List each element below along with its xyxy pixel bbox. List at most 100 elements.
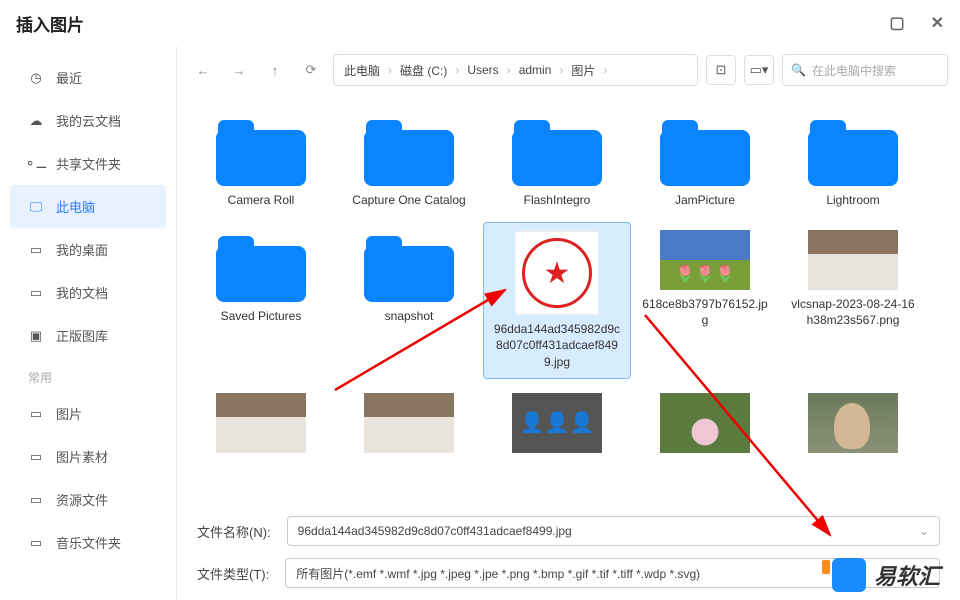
refresh-button[interactable]: ⟳ xyxy=(297,56,325,84)
sidebar-item-label: 共享文件夹 xyxy=(56,154,121,173)
sidebar-item-label: 我的文档 xyxy=(56,283,108,302)
folder-item[interactable]: JamPicture xyxy=(631,106,779,216)
folder-item[interactable]: Saved Pictures xyxy=(187,222,335,379)
search-input[interactable]: 在此电脑中搜索 xyxy=(782,54,948,86)
image-thumbnail xyxy=(216,393,306,453)
watermark-text: 易软汇 xyxy=(874,559,940,591)
folder-item[interactable]: Camera Roll xyxy=(187,106,335,216)
up-button[interactable]: ↑ xyxy=(261,56,289,84)
file-item[interactable] xyxy=(483,385,631,461)
sidebar-item-music[interactable]: ▭ 音乐文件夹 xyxy=(0,521,176,564)
folder-item[interactable]: FlashIntegro xyxy=(483,106,631,216)
sidebar-item-pictures[interactable]: ▭ 图片 xyxy=(0,392,176,435)
sidebar-item-label: 最近 xyxy=(56,68,82,87)
file-item[interactable] xyxy=(187,385,335,461)
sidebar-item-label: 图片 xyxy=(56,404,82,423)
breadcrumb-part[interactable]: 磁盘 (C:) xyxy=(400,62,447,79)
file-label: Capture One Catalog xyxy=(352,192,465,208)
filetype-label: 文件类型(T): xyxy=(197,564,269,583)
file-item-selected[interactable]: ★96dda144ad345982d9c8d07c0ff431adcaef849… xyxy=(483,222,631,379)
sidebar-item-picture-assets[interactable]: ▭ 图片素材 xyxy=(0,435,176,478)
view-mode-button[interactable]: ▭▾ xyxy=(744,55,774,85)
sidebar-item-documents[interactable]: ▭ 我的文档 xyxy=(0,271,176,314)
watermark: 易软汇 xyxy=(832,558,940,592)
chevron-down-icon: ⌄ xyxy=(919,524,929,538)
sidebar-item-shared[interactable]: ⚬⚊ 共享文件夹 xyxy=(0,142,176,185)
share-icon: ⚬⚊ xyxy=(28,156,44,172)
file-label: 618ce8b3797b76152.jpg xyxy=(640,296,770,328)
sidebar-item-gallery[interactable]: ▣正版图库 xyxy=(0,314,176,357)
watermark-logo-icon xyxy=(832,558,866,592)
image-thumbnail xyxy=(808,230,898,290)
cloud-icon: ☁ xyxy=(28,113,44,129)
sidebar-item-label: 正版图库 xyxy=(56,326,108,345)
image-thumbnail xyxy=(808,393,898,453)
breadcrumb[interactable]: 此电脑› 磁盘 (C:)› Users› admin› 图片› xyxy=(333,54,698,86)
file-grid: Camera Roll Capture One Catalog FlashInt… xyxy=(177,90,960,508)
sidebar-item-resources[interactable]: ▭ 资源文件 xyxy=(0,478,176,521)
folder-icon: ▭ xyxy=(28,535,44,551)
folder-icon: ▭ xyxy=(28,449,44,465)
chevron-right-icon: › xyxy=(384,63,396,77)
image-thumbnail xyxy=(364,393,454,453)
file-label: JamPicture xyxy=(675,192,735,208)
image-thumbnail xyxy=(512,393,602,453)
chevron-right-icon: › xyxy=(451,63,463,77)
back-button[interactable]: ← xyxy=(189,56,217,84)
file-item[interactable] xyxy=(779,385,927,461)
breadcrumb-part[interactable]: 此电脑 xyxy=(344,62,380,79)
sidebar-item-label: 音乐文件夹 xyxy=(56,533,121,552)
close-button[interactable]: ✕ xyxy=(931,13,944,33)
sidebar: ◷ 最近 ☁ 我的云文档 ⚬⚊ 共享文件夹 🖵此电脑 ▭ 我的桌面 ▭ 我的文档 ▣正版图… xyxy=(0,46,176,600)
folder-icon: ▭ xyxy=(28,285,44,301)
sidebar-item-recent[interactable]: ◷ 最近 xyxy=(0,56,176,99)
breadcrumb-part[interactable]: 图片 xyxy=(571,62,595,79)
sidebar-section-label: 常用 xyxy=(0,357,176,392)
chevron-right-icon: › xyxy=(555,63,567,77)
folder-item[interactable]: Capture One Catalog xyxy=(335,106,483,216)
folder-icon: ▭ xyxy=(28,242,44,258)
folder-icon xyxy=(808,114,898,186)
filename-input[interactable]: 96dda144ad345982d9c8d07c0ff431adcaef8499… xyxy=(287,516,940,546)
file-item[interactable] xyxy=(335,385,483,461)
sidebar-item-desktop[interactable]: ▭ 我的桌面 xyxy=(0,228,176,271)
sidebar-item-cloud[interactable]: ☁ 我的云文档 xyxy=(0,99,176,142)
folder-icon xyxy=(216,230,306,302)
file-item[interactable]: 618ce8b3797b76152.jpg xyxy=(631,222,779,379)
chevron-right-icon: › xyxy=(599,63,611,77)
folder-icon: ▭ xyxy=(28,406,44,422)
sidebar-item-label: 图片素材 xyxy=(56,447,108,466)
folder-icon xyxy=(364,230,454,302)
file-label: snapshot xyxy=(385,308,434,324)
file-label: FlashIntegro xyxy=(524,192,591,208)
chevron-right-icon: › xyxy=(503,63,515,77)
maximize-button[interactable]: ▢ xyxy=(889,13,904,33)
forward-button[interactable]: → xyxy=(225,56,253,84)
new-folder-button[interactable]: ⊡ xyxy=(706,55,736,85)
file-item[interactable]: vlcsnap-2023-08-24-16h38m23s567.png xyxy=(779,222,927,379)
breadcrumb-part[interactable]: Users xyxy=(467,63,498,77)
sidebar-item-label: 此电脑 xyxy=(56,197,95,216)
dialog-title: 插入图片 xyxy=(16,11,84,36)
sidebar-item-label: 我的云文档 xyxy=(56,111,121,130)
file-item[interactable] xyxy=(631,385,779,461)
search-icon xyxy=(791,63,806,77)
folder-icon xyxy=(512,114,602,186)
sidebar-item-label: 我的桌面 xyxy=(56,240,108,259)
folder-item[interactable]: Lightroom xyxy=(779,106,927,216)
image-thumbnail: ★ xyxy=(515,231,599,315)
file-label: Saved Pictures xyxy=(221,308,302,324)
file-label: Camera Roll xyxy=(228,192,295,208)
file-label: Lightroom xyxy=(826,192,879,208)
folder-icon xyxy=(364,114,454,186)
folder-item[interactable]: snapshot xyxy=(335,222,483,379)
image-thumbnail xyxy=(660,230,750,290)
file-label: vlcsnap-2023-08-24-16h38m23s567.png xyxy=(788,296,918,328)
breadcrumb-part[interactable]: admin xyxy=(519,63,552,77)
sidebar-item-label: 资源文件 xyxy=(56,490,108,509)
folder-icon: ▭ xyxy=(28,492,44,508)
sidebar-item-thispc[interactable]: 🖵此电脑 xyxy=(10,185,166,228)
filetype-value: 所有图片(*.emf *.wmf *.jpg *.jpeg *.jpe *.pn… xyxy=(296,565,700,582)
clock-icon: ◷ xyxy=(28,70,44,86)
image-thumbnail xyxy=(660,393,750,453)
